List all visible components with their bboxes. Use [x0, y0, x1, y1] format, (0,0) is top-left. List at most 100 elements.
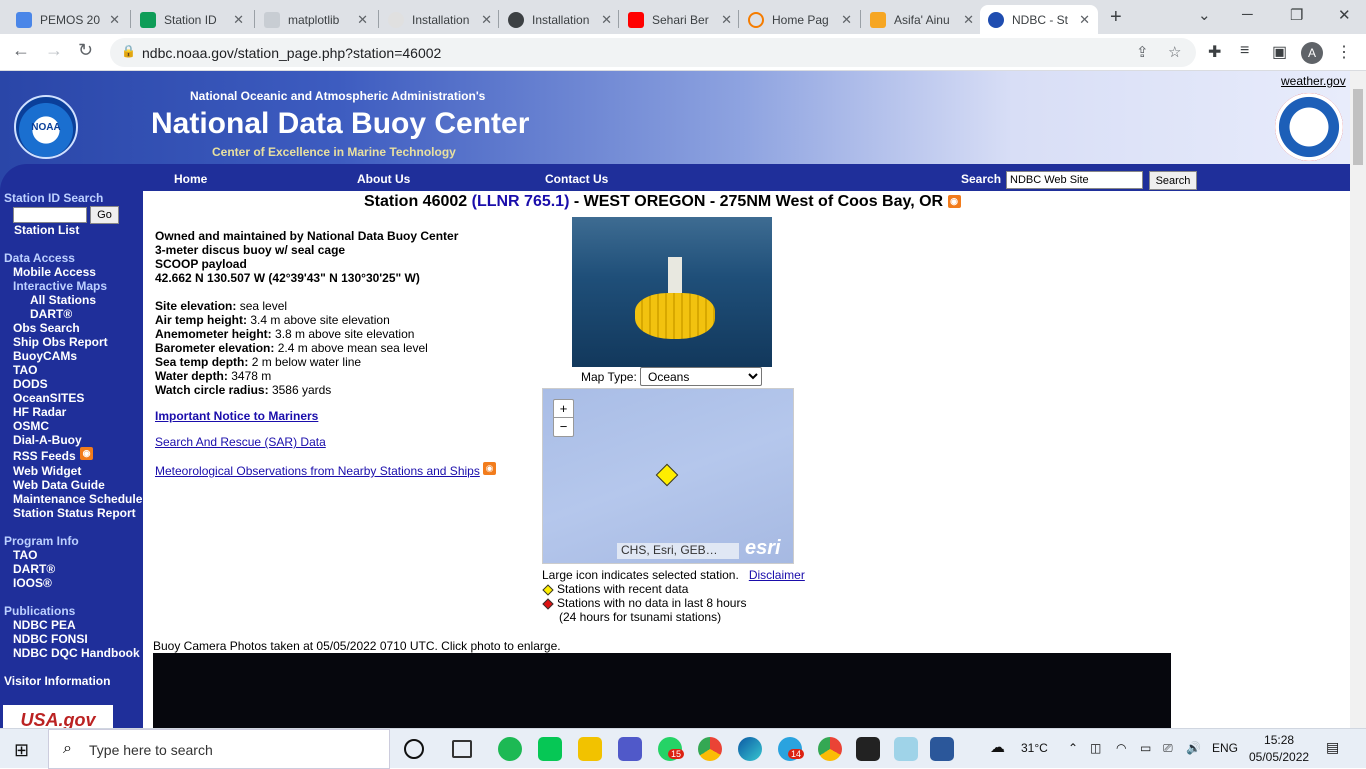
- meet-icon[interactable]: ⎚: [1163, 741, 1173, 756]
- back-icon[interactable]: ←: [12, 40, 30, 61]
- sidebar-item-maintenance[interactable]: Maintenance Schedule: [13, 492, 142, 506]
- sidebar-item-oceansites[interactable]: OceanSITES: [13, 391, 84, 405]
- rss-icon[interactable]: ◉: [483, 462, 496, 475]
- chrome-profile-icon[interactable]: [818, 737, 842, 761]
- noaa-logo[interactable]: NOAA: [14, 95, 78, 159]
- sidebar-item-dart-program[interactable]: DART®: [13, 562, 55, 576]
- task-view-icon[interactable]: [452, 740, 472, 758]
- sidebar-item-tao-program[interactable]: TAO: [13, 548, 37, 562]
- rss-icon[interactable]: ◉: [80, 447, 93, 460]
- sidebar-item-dqc-handbook[interactable]: NDBC DQC Handbook: [13, 646, 140, 660]
- sidebar-item-web-widget[interactable]: Web Widget: [13, 464, 81, 478]
- nearby-obs-link[interactable]: Meteorological Observations from Nearby …: [155, 464, 480, 478]
- sidebar-item-status-report[interactable]: Station Status Report: [13, 506, 136, 520]
- sidebar-item-dart[interactable]: DART®: [30, 307, 72, 321]
- zoom-in-button[interactable]: +: [554, 400, 573, 418]
- buoy-photo[interactable]: [572, 217, 772, 367]
- spotify-icon[interactable]: [498, 737, 522, 761]
- sidebar-item-rss-feeds[interactable]: RSS Feeds: [13, 449, 76, 463]
- taskbar-search[interactable]: ⌕ Type here to search: [48, 729, 390, 769]
- notification-icon[interactable]: ▤: [1326, 739, 1339, 756]
- sidebar-item-dods[interactable]: DODS: [13, 377, 48, 391]
- weather-temp[interactable]: 31°C: [1021, 741, 1048, 755]
- close-icon[interactable]: ✕: [841, 12, 852, 28]
- lock-icon[interactable]: 🔒: [121, 44, 136, 58]
- station-marker-icon[interactable]: [655, 463, 679, 487]
- browser-tab[interactable]: Station ID ✕: [132, 5, 252, 34]
- close-icon[interactable]: ✕: [233, 12, 244, 28]
- sidebar-item-hf-radar[interactable]: HF Radar: [13, 405, 66, 419]
- menu-icon[interactable]: ⋮: [1336, 42, 1352, 62]
- restore-icon[interactable]: ❐: [1290, 6, 1303, 24]
- buoy-camera-photos[interactable]: [153, 653, 1171, 728]
- browser-tab[interactable]: matplotlib ✕: [256, 5, 376, 34]
- teams-icon[interactable]: [618, 737, 642, 761]
- station-map[interactable]: + − CHS, Esri, GEB… esri: [542, 388, 794, 564]
- map-type-select[interactable]: Oceans: [640, 367, 762, 386]
- url-text[interactable]: ndbc.noaa.gov/station_page.php?station=4…: [142, 45, 441, 61]
- terminal-icon[interactable]: [856, 737, 880, 761]
- sidebar-item-osmc[interactable]: OSMC: [13, 419, 49, 433]
- scroll-thumb[interactable]: [1353, 89, 1363, 165]
- sidebar-item-ndbc-pea[interactable]: NDBC PEA: [13, 618, 76, 632]
- browser-tab[interactable]: Asifa' Ainu ✕: [862, 5, 982, 34]
- browser-tab-active[interactable]: NDBC - St ✕: [980, 5, 1098, 34]
- close-icon[interactable]: ✕: [481, 12, 492, 28]
- site-search-button[interactable]: Search: [1149, 171, 1197, 190]
- browser-tab[interactable]: Installation ✕: [380, 5, 500, 34]
- browser-tab[interactable]: Home Pag ✕: [740, 5, 860, 34]
- close-icon[interactable]: ✕: [109, 12, 120, 28]
- close-icon[interactable]: ✕: [357, 12, 368, 28]
- cortana-icon[interactable]: [404, 739, 424, 759]
- app-icon[interactable]: [894, 737, 918, 761]
- chrome-icon[interactable]: [698, 737, 722, 761]
- usagov-logo[interactable]: USA.gov: [3, 705, 113, 728]
- sidebar-item-tao[interactable]: TAO: [13, 363, 37, 377]
- line-icon[interactable]: [538, 737, 562, 761]
- minimize-icon[interactable]: ─: [1242, 6, 1253, 23]
- battery-icon[interactable]: ▭: [1140, 741, 1151, 755]
- zoom-out-button[interactable]: −: [554, 418, 573, 436]
- language-indicator[interactable]: ENG: [1212, 741, 1238, 755]
- station-go-button[interactable]: Go: [90, 206, 119, 224]
- tab-search-icon[interactable]: ⌄: [1198, 6, 1211, 24]
- page-scrollbar[interactable]: [1350, 71, 1366, 728]
- new-tab-icon[interactable]: +: [1110, 6, 1122, 29]
- close-icon[interactable]: ✕: [721, 12, 732, 28]
- sidepanel-icon[interactable]: ▣: [1272, 42, 1287, 62]
- weather-gov-link[interactable]: weather.gov: [1281, 74, 1346, 88]
- profile-avatar[interactable]: A: [1301, 42, 1323, 64]
- llnr-link[interactable]: (LLNR 765.1): [472, 193, 570, 210]
- sidebar-item-dial-a-buoy[interactable]: Dial-A-Buoy: [13, 433, 82, 447]
- browser-tab[interactable]: Installation ✕: [500, 5, 620, 34]
- sidebar-item-interactive-maps[interactable]: Interactive Maps: [13, 279, 107, 293]
- sidebar-item-mobile-access[interactable]: Mobile Access: [13, 265, 96, 279]
- volume-icon[interactable]: 🔊: [1186, 741, 1201, 755]
- sidebar-item-buoycams[interactable]: BuoyCAMs: [13, 349, 77, 363]
- sar-data-link[interactable]: Search And Rescue (SAR) Data: [155, 435, 326, 449]
- nav-about[interactable]: About Us: [357, 172, 410, 186]
- windows-start-icon[interactable]: ⊞: [14, 740, 29, 761]
- forward-icon[interactable]: →: [45, 40, 63, 61]
- disclaimer-link[interactable]: Disclaimer: [749, 568, 805, 582]
- word-icon[interactable]: [930, 737, 954, 761]
- sidebar-item-web-data-guide[interactable]: Web Data Guide: [13, 478, 105, 492]
- close-icon[interactable]: ✕: [963, 12, 974, 28]
- sidebar-item-all-stations[interactable]: All Stations: [30, 293, 96, 307]
- network-icon[interactable]: ◫: [1090, 741, 1101, 755]
- sidebar-item-station-list[interactable]: Station List: [14, 223, 79, 237]
- chevron-up-icon[interactable]: ⌃: [1068, 741, 1078, 755]
- station-id-input[interactable]: [13, 207, 87, 223]
- extensions-icon[interactable]: ✚: [1208, 42, 1221, 62]
- window-close-icon[interactable]: ✕: [1338, 6, 1351, 24]
- browser-tab[interactable]: Sehari Ber ✕: [620, 5, 740, 34]
- media-icon[interactable]: ≡: [1240, 42, 1249, 60]
- notice-to-mariners-link[interactable]: Important Notice to Mariners: [155, 409, 318, 423]
- wifi-icon[interactable]: ◠: [1116, 741, 1126, 755]
- sidebar-item-ioos[interactable]: IOOS®: [13, 576, 52, 590]
- edge-icon[interactable]: [738, 737, 762, 761]
- share-icon[interactable]: ⇪: [1136, 43, 1149, 61]
- browser-tab[interactable]: PEMOS 20 ✕: [8, 5, 128, 34]
- nav-contact[interactable]: Contact Us: [545, 172, 608, 186]
- site-search-input[interactable]: [1006, 171, 1143, 189]
